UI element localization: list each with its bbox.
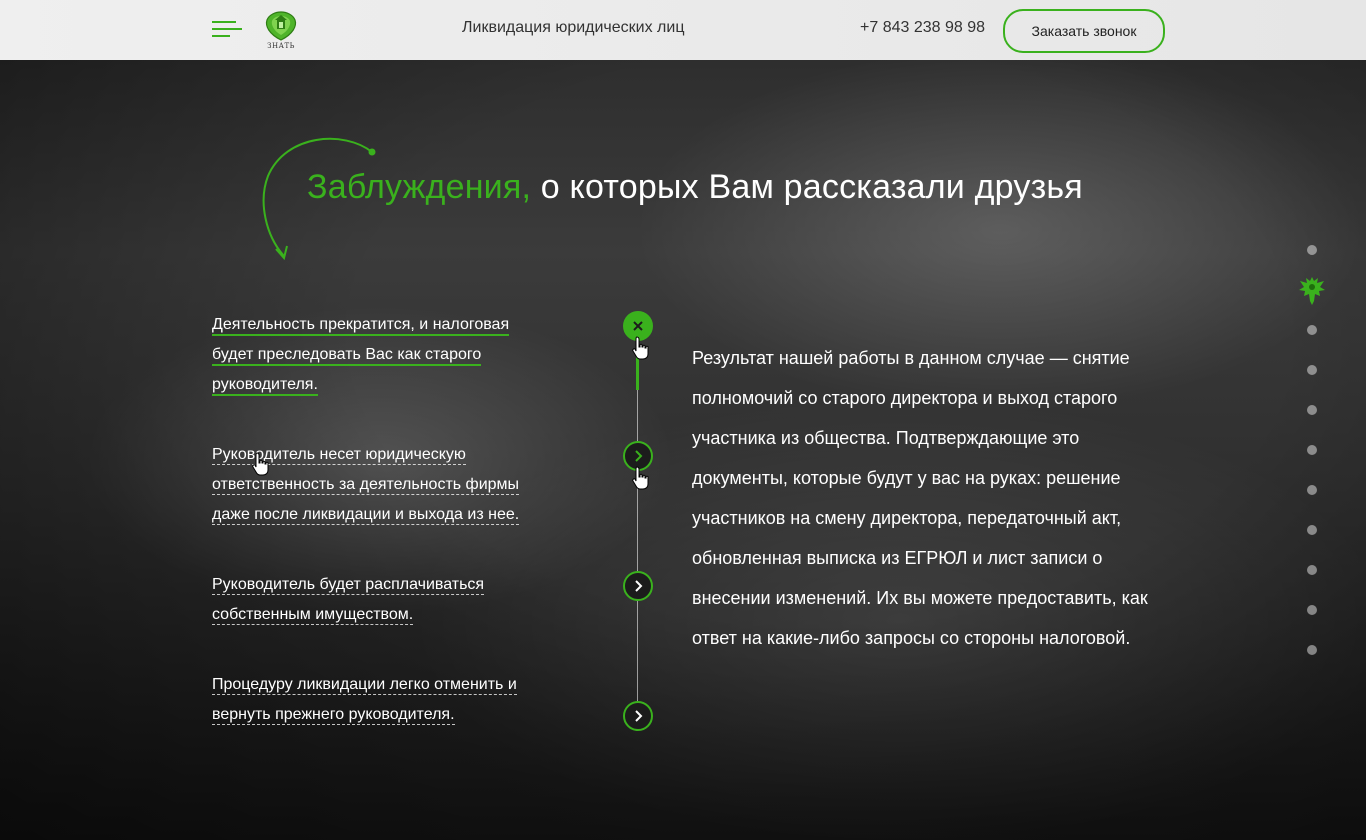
logo[interactable]: ЗНАТЬ (262, 10, 300, 54)
hand-cursor-icon (632, 466, 649, 490)
logo-emblem-icon (265, 11, 297, 41)
pager-dot-6[interactable] (1307, 445, 1317, 455)
myth-text: Деятельность прекратится, и налоговая бу… (212, 316, 510, 396)
myth-text: Руководитель будет расплачиваться собств… (212, 576, 485, 625)
hand-cursor-icon (252, 452, 269, 476)
pager-dot-5[interactable] (1307, 405, 1317, 415)
chevron-right-icon (635, 580, 643, 592)
logo-text: ЗНАТЬ (267, 42, 295, 50)
timeline-line (637, 340, 638, 715)
myth-item-1[interactable]: Деятельность прекратится, и налоговая бу… (212, 310, 542, 400)
hand-cursor-icon (632, 336, 649, 360)
pager-dot-4[interactable] (1307, 365, 1317, 375)
pager-dot-10[interactable] (1307, 605, 1317, 615)
callback-button[interactable]: Заказать звонок (1003, 9, 1165, 53)
heading-accent: Заблуждения, (307, 168, 532, 206)
pager-dot-8[interactable] (1307, 525, 1317, 535)
answer-text: Результат нашей работы в данном случае —… (692, 348, 1148, 648)
pager-dot-3[interactable] (1307, 325, 1317, 335)
pager-dot-9[interactable] (1307, 565, 1317, 575)
timeline-node-4[interactable] (623, 701, 653, 731)
section-heading: Заблуждения, о которых Вам рассказали др… (307, 168, 1083, 207)
eagle-emblem-icon[interactable] (1298, 274, 1326, 306)
myth-item-3[interactable]: Руководитель будет расплачиваться собств… (212, 570, 542, 630)
pager-dot-7[interactable] (1307, 485, 1317, 495)
pager-dot-1[interactable] (1307, 245, 1317, 255)
myth-text: Процедуру ликвидации легко отменить и ве… (212, 676, 517, 725)
menu-icon[interactable] (212, 21, 244, 39)
pager-dot-11[interactable] (1307, 645, 1317, 655)
header: ЗНАТЬ Ликвидация юридических лиц +7 843 … (0, 0, 1366, 60)
timeline-node-3[interactable] (623, 571, 653, 601)
header-title: Ликвидация юридических лиц (462, 19, 685, 36)
phone-number[interactable]: +7 843 238 98 98 (860, 19, 985, 37)
heading-rest: о которых Вам рассказали друзья (531, 168, 1083, 206)
myth-item-4[interactable]: Процедуру ликвидации легко отменить и ве… (212, 670, 542, 730)
chevron-right-icon (635, 710, 643, 722)
